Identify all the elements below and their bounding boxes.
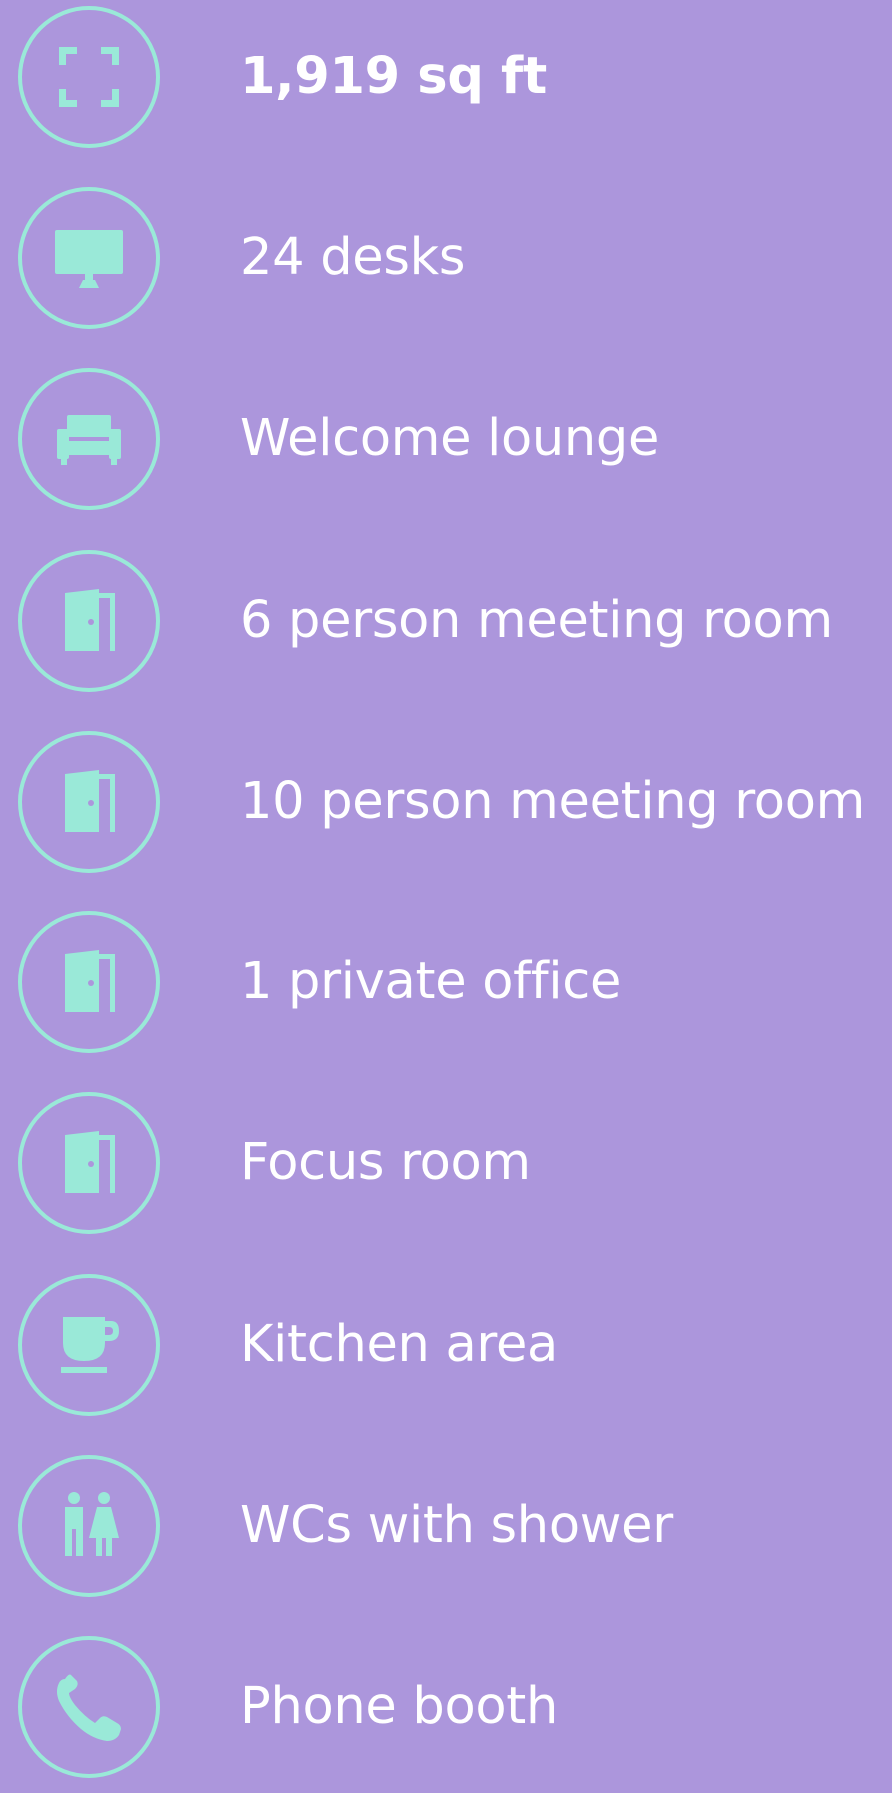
restroom-icon <box>18 1455 160 1597</box>
feature-item-meeting-room-10: 10 person meeting room <box>0 725 892 873</box>
feature-item-meeting-room-6: 6 person meeting room <box>0 544 892 692</box>
feature-item-private-office: 1 private office <box>0 905 892 1053</box>
door-icon <box>18 1092 160 1234</box>
feature-item-focus-room: Focus room <box>0 1086 892 1234</box>
expand-icon <box>18 6 160 148</box>
phone-icon <box>18 1636 160 1778</box>
sofa-icon <box>18 368 160 510</box>
feature-label: Kitchen area <box>240 1315 559 1374</box>
cup-icon <box>18 1274 160 1416</box>
feature-label: 1 private office <box>240 952 622 1011</box>
feature-label: Focus room <box>240 1133 531 1192</box>
features-list: 1,919 sq ft 24 desks Welcome lounge 6 pe… <box>0 0 892 1793</box>
feature-item-phone-booth: Phone booth <box>0 1630 892 1778</box>
feature-label: 6 person meeting room <box>240 591 833 650</box>
door-icon <box>18 911 160 1053</box>
feature-item-wcs: WCs with shower <box>0 1449 892 1597</box>
feature-item-desks: 24 desks <box>0 181 892 329</box>
feature-label: Welcome lounge <box>240 409 660 468</box>
feature-label: Phone booth <box>240 1677 558 1736</box>
door-icon <box>18 731 160 873</box>
feature-label: WCs with shower <box>240 1496 673 1555</box>
feature-item-kitchen: Kitchen area <box>0 1268 892 1416</box>
feature-item-lounge: Welcome lounge <box>0 362 892 510</box>
door-icon <box>18 550 160 692</box>
monitor-icon <box>18 187 160 329</box>
feature-label: 1,919 sq ft <box>240 47 547 106</box>
feature-label: 10 person meeting room <box>240 772 865 831</box>
feature-label: 24 desks <box>240 228 466 287</box>
feature-item-area: 1,919 sq ft <box>0 0 892 148</box>
